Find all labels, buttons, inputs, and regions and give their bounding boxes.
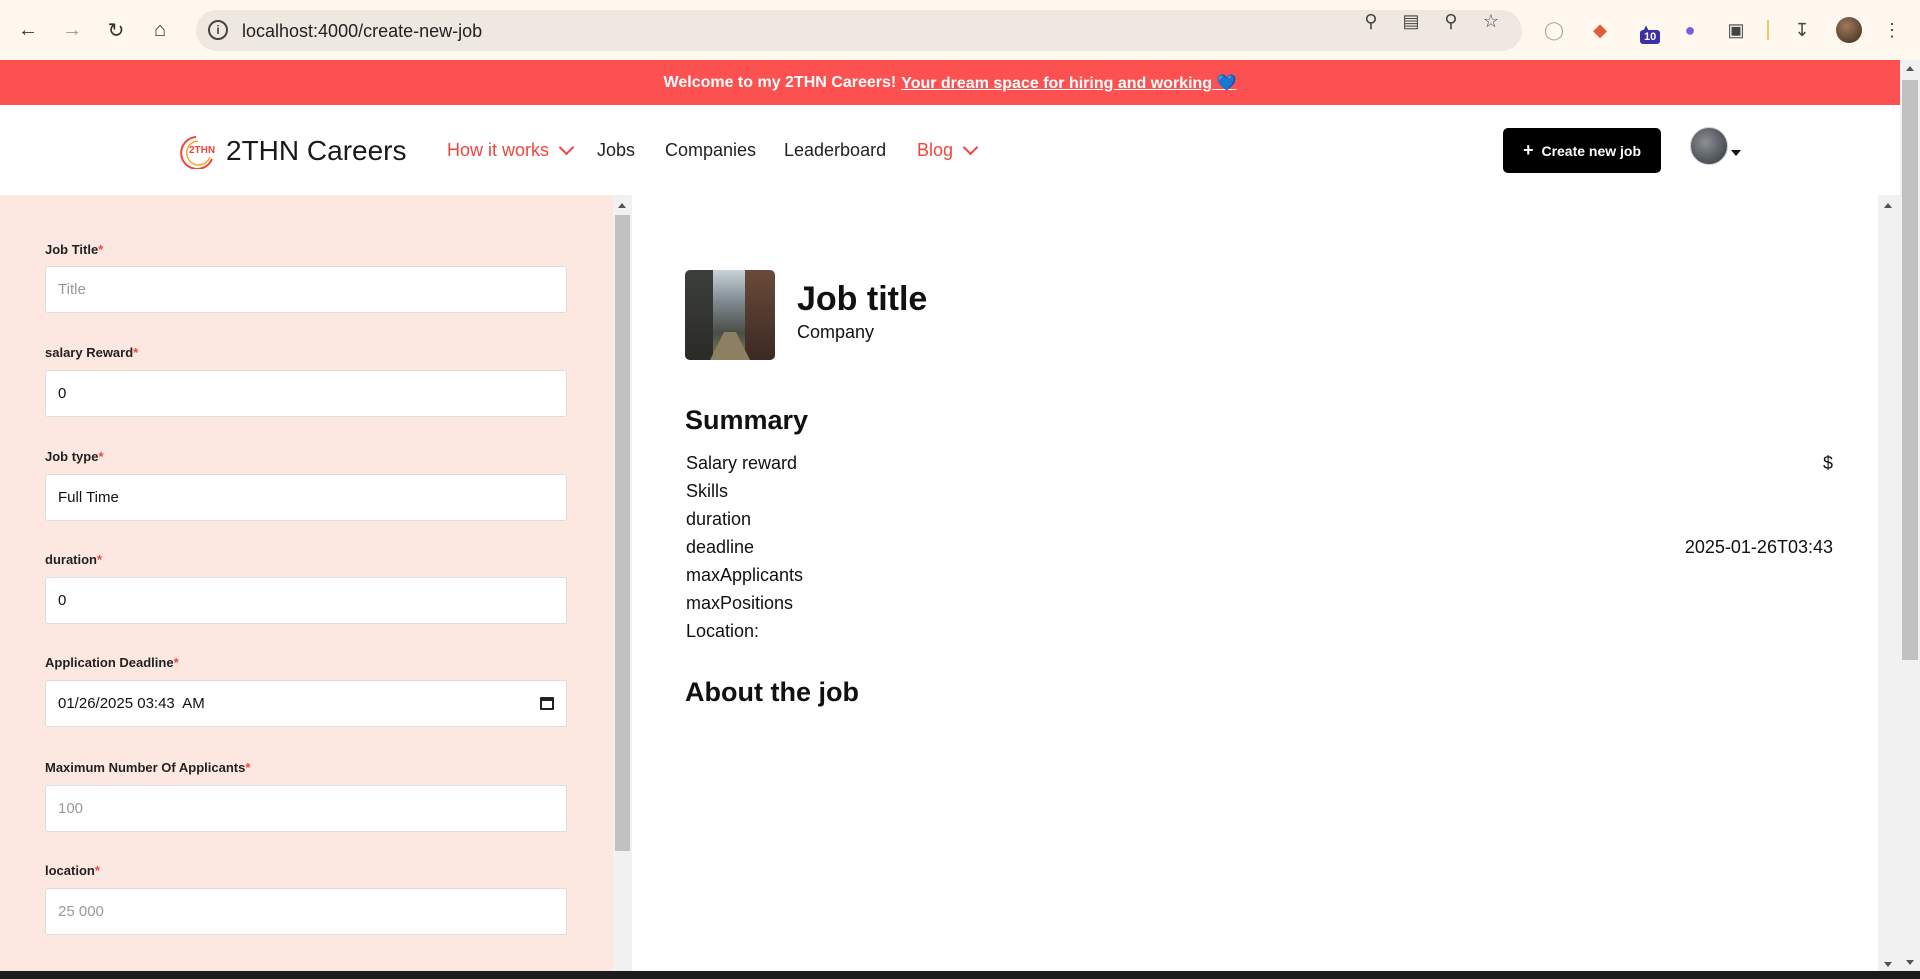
summary-row-label: Location:: [686, 621, 760, 641]
form-scrollbar-thumb[interactable]: [615, 215, 630, 851]
nav-jobs-label: Jobs: [597, 140, 636, 160]
reload-icon[interactable]: ↻: [100, 14, 132, 46]
summary-row-label: Skills: [686, 481, 729, 501]
create-new-job-button[interactable]: + Create new job: [1503, 128, 1661, 173]
summary-row-value: 2025-01-26T03:43: [1684, 537, 1833, 557]
extension-badge: 10: [1640, 30, 1661, 44]
job-type-label: Job type*: [45, 449, 104, 464]
salary-reward-input[interactable]: 0: [45, 370, 567, 417]
caret-down-icon[interactable]: [1731, 150, 1741, 156]
location-input[interactable]: 25 000: [45, 888, 567, 935]
nav-blog-label: Blog: [917, 140, 954, 160]
logo-text: 2THN Careers: [226, 135, 407, 166]
summary-row-label: duration: [686, 509, 752, 529]
extensions-puzzle-icon[interactable]: ▣: [1722, 16, 1750, 44]
extension-blob-icon[interactable]: ●: [1676, 16, 1704, 44]
home-icon[interactable]: ⌂: [144, 14, 176, 46]
plus-icon: +: [1522, 140, 1534, 160]
job-preview: Job title Company Summary Salary reward …: [632, 195, 1878, 979]
application-deadline-label: Application Deadline*: [45, 655, 179, 670]
download-icon[interactable]: ↧: [1788, 16, 1816, 44]
welcome-banner: Welcome to my 2THN Careers! Your dream s…: [0, 60, 1900, 105]
back-icon[interactable]: ←: [12, 14, 44, 46]
chevron-down-icon: [962, 139, 979, 156]
site-info-icon[interactable]: i: [208, 20, 228, 40]
about-job-heading: About the job: [685, 677, 859, 707]
job-title-input[interactable]: Title: [45, 266, 567, 313]
site-logo[interactable]: 2THN 2THN Careers: [176, 133, 407, 170]
summary-row-value: $: [1822, 453, 1833, 473]
heart-icon: 💙: [1216, 74, 1237, 92]
nav-blog[interactable]: Blog: [917, 139, 979, 161]
key-icon[interactable]: ⚲: [1360, 11, 1382, 31]
nav-leaderboard-label: Leaderboard: [784, 140, 887, 160]
menu-dots-icon[interactable]: ⋮: [1878, 16, 1906, 44]
preview-job-title: Job title: [797, 280, 928, 318]
site-header: 2THN 2THN Careers How it works Jobs Comp…: [0, 105, 1900, 195]
toolbar-divider: [1767, 20, 1769, 40]
install-app-icon[interactable]: ▤: [1400, 11, 1422, 31]
salary-reward-label: salary Reward*: [45, 345, 139, 360]
scroll-up-icon[interactable]: [1884, 203, 1892, 208]
summary-row-label: Salary reward: [686, 453, 798, 473]
nav-how-it-works[interactable]: How it works: [447, 139, 575, 161]
nav-how-it-works-label: How it works: [447, 140, 550, 160]
duration-input[interactable]: 0: [45, 577, 567, 624]
nav-leaderboard[interactable]: Leaderboard: [784, 140, 886, 161]
job-type-select[interactable]: Full Time: [45, 474, 567, 521]
scroll-up-icon[interactable]: [618, 203, 626, 208]
banner-text: Welcome to my 2THN Careers!: [663, 73, 897, 91]
summary-row-label: maxPositions: [686, 593, 794, 613]
chevron-down-icon: [558, 139, 575, 156]
logo-mark-icon: 2THN: [176, 133, 218, 170]
summary-row-label: maxApplicants: [686, 565, 804, 585]
job-title-label: Job Title*: [45, 242, 104, 257]
preview-scrollbar[interactable]: [1878, 195, 1900, 979]
nav-jobs[interactable]: Jobs: [597, 140, 635, 161]
scroll-down-icon[interactable]: [1906, 960, 1914, 965]
create-new-job-label: Create new job: [1541, 142, 1642, 159]
summary-heading: Summary: [685, 405, 809, 435]
address-bar[interactable]: i localhost:4000/create-new-job: [196, 10, 1522, 51]
page-scrollbar-thumb[interactable]: [1902, 80, 1918, 660]
nav-companies-label: Companies: [665, 140, 757, 160]
calendar-icon[interactable]: [540, 697, 554, 710]
os-taskbar: [0, 971, 1920, 979]
form-scrollbar[interactable]: [613, 195, 632, 979]
forward-icon[interactable]: →: [56, 14, 88, 46]
preview-company: Company: [797, 322, 875, 342]
logo-mark-text: 2THN: [189, 145, 215, 156]
deadline-value: 01/26/2025 03:43 AM: [58, 695, 205, 712]
page-scrollbar[interactable]: [1900, 60, 1920, 979]
max-applicants-label: Maximum Number Of Applicants*: [45, 760, 251, 775]
url-text[interactable]: localhost:4000/create-new-job: [242, 21, 482, 42]
banner-link-text[interactable]: Your dream space for hiring and working: [901, 75, 1212, 92]
nav-companies[interactable]: Companies: [665, 140, 756, 161]
duration-label: duration*: [45, 552, 103, 567]
extension-network-icon[interactable]: ◆: [1586, 16, 1614, 44]
location-label: location*: [45, 863, 100, 878]
banner-link[interactable]: Your dream space for hiring and working …: [901, 73, 1236, 93]
max-applicants-input[interactable]: 100: [45, 785, 567, 832]
bookmark-star-icon[interactable]: ☆: [1480, 11, 1502, 31]
company-image: [685, 270, 775, 360]
zoom-icon[interactable]: ⚲: [1440, 11, 1462, 31]
scroll-down-icon[interactable]: [1884, 962, 1892, 967]
job-form: Job Title* Title salary Reward* 0 Job ty…: [0, 195, 613, 979]
user-avatar[interactable]: [1690, 127, 1728, 165]
scroll-up-icon[interactable]: [1906, 66, 1914, 71]
summary-row-label: deadline: [686, 537, 755, 557]
browser-toolbar: ← → ↻ ⌂ i localhost:4000/create-new-job …: [0, 0, 1920, 60]
browser-profile-avatar[interactable]: [1836, 17, 1862, 43]
extension-timer-icon[interactable]: ◯: [1540, 16, 1568, 44]
application-deadline-input[interactable]: 01/26/2025 03:43 AM: [45, 680, 567, 727]
